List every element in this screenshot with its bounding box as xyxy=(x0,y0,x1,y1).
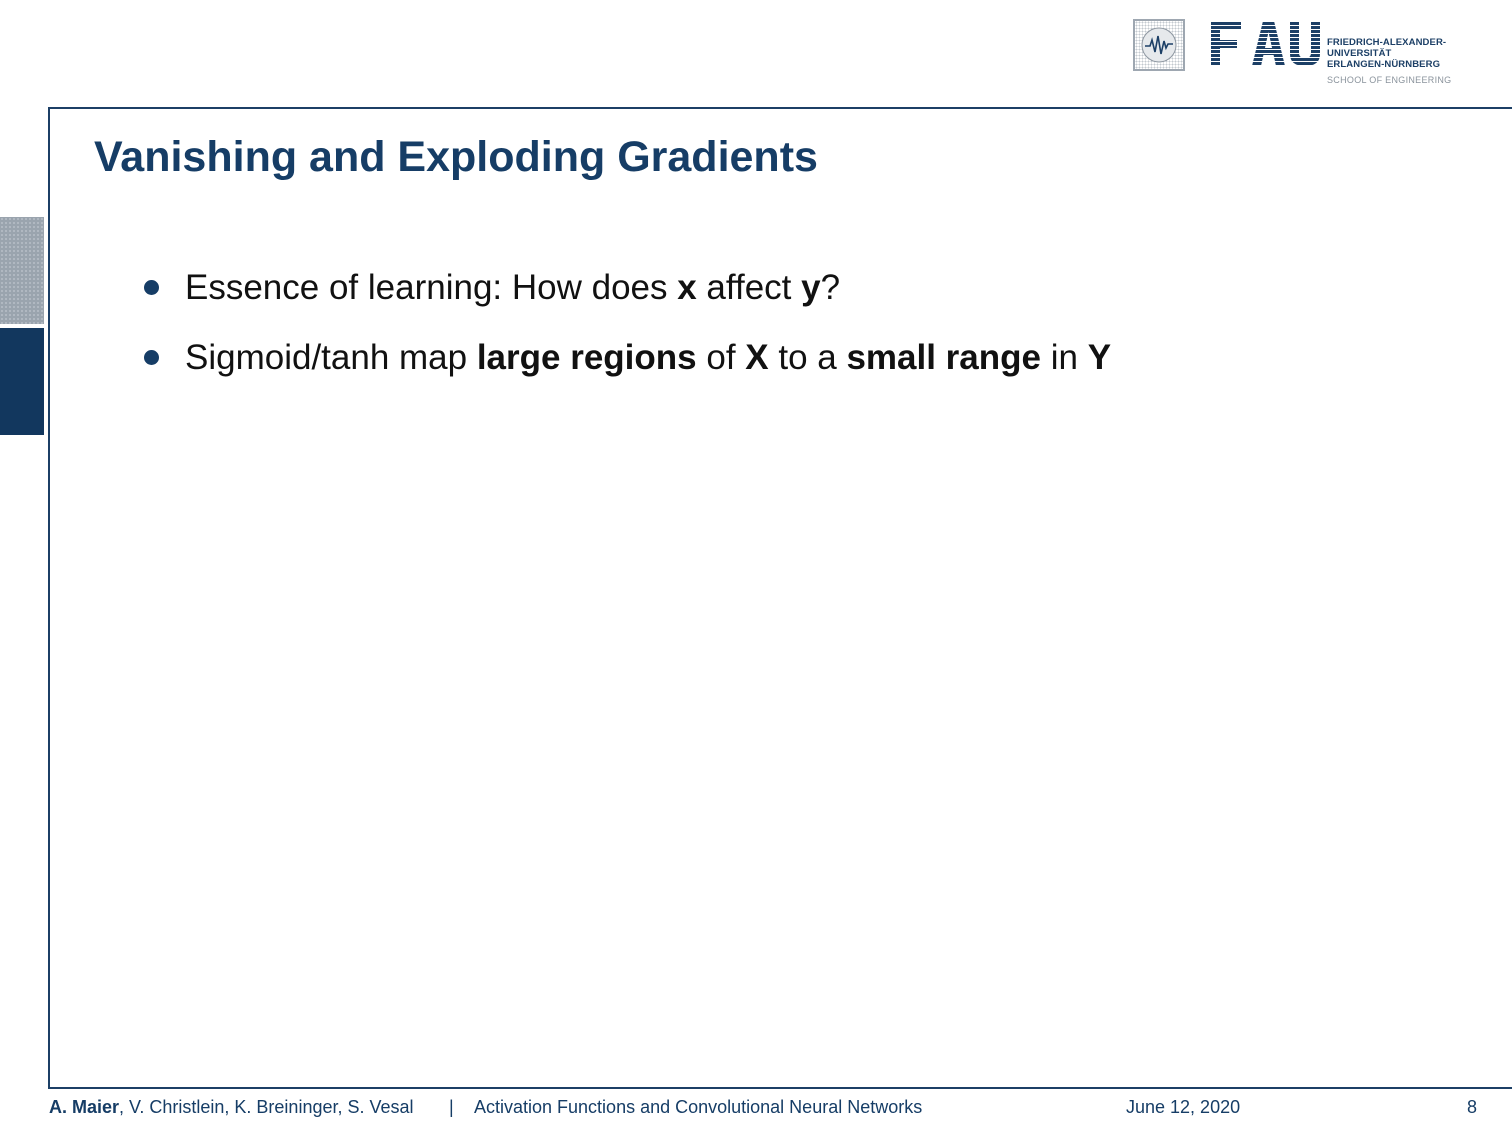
footer-lead-author: A. Maier xyxy=(49,1097,120,1117)
side-tab-current-section[interactable] xyxy=(0,328,44,435)
fau-logo xyxy=(1210,18,1320,68)
bullet-text-part: to a xyxy=(768,338,847,377)
fau-logo-icon xyxy=(1211,21,1320,66)
bullet-text-part: Sigmoid/tanh map xyxy=(185,338,477,377)
footer-other-authors: , V. Christlein, K. Breininger, S. Vesal xyxy=(119,1097,414,1117)
bullet-text-part: affect xyxy=(696,268,802,307)
bullet-text-bold: small range xyxy=(846,338,1041,377)
fau-seal-icon xyxy=(1133,19,1185,71)
frame-top-line xyxy=(48,107,1512,109)
bullet-dot-icon xyxy=(144,280,159,295)
bullet-text-bold: X xyxy=(745,338,769,377)
bullet-text-part: of xyxy=(696,338,746,377)
footer-page-number: 8 xyxy=(1467,1097,1478,1117)
university-name-line-2: UNIVERSITÄT xyxy=(1327,48,1392,59)
bullet-dot-icon xyxy=(144,350,159,365)
footer-date: June 12, 2020 xyxy=(1126,1097,1241,1117)
bullet-text-bold: Y xyxy=(1087,338,1112,377)
university-name-line-3: ERLANGEN-NÜRNBERG xyxy=(1327,59,1441,70)
bullet-text-part: ? xyxy=(820,268,841,307)
footer-course-title: Activation Functions and Convolutional N… xyxy=(474,1097,923,1117)
bullet-text-part: in xyxy=(1041,338,1088,377)
frame-bottom-line xyxy=(48,1087,1512,1089)
footer: A. Maier, V. Christlein, K. Breininger, … xyxy=(0,1097,1512,1121)
side-tab-section[interactable] xyxy=(0,217,44,324)
footer-authors: A. Maier, V. Christlein, K. Breininger, … xyxy=(49,1097,414,1118)
seal-wave-icon xyxy=(1141,27,1177,63)
bullet-text-bold: y xyxy=(801,268,821,307)
bullet-item: Essence of learning: How does x affect y… xyxy=(140,262,1111,332)
frame-left-line xyxy=(48,107,50,1089)
slide: FRIEDRICH-ALEXANDER- UNIVERSITÄT ERLANGE… xyxy=(0,0,1512,1134)
university-name: FRIEDRICH-ALEXANDER- UNIVERSITÄT ERLANGE… xyxy=(1327,37,1446,70)
bullet-text-part: Essence of learning: How does xyxy=(185,268,678,307)
university-name-line-1: FRIEDRICH-ALEXANDER- xyxy=(1327,37,1447,48)
bullet-item: Sigmoid/tanh map large regions of X to a… xyxy=(140,332,1111,402)
bullet-text-bold: large regions xyxy=(476,338,697,377)
bullet-list: Essence of learning: How does x affect y… xyxy=(140,262,1111,402)
footer-separator: | xyxy=(449,1097,454,1117)
bullet-text-bold: x xyxy=(677,268,697,307)
school-name: SCHOOL OF ENGINEERING xyxy=(1327,75,1452,85)
slide-title: Vanishing and Exploding Gradients xyxy=(94,133,818,181)
